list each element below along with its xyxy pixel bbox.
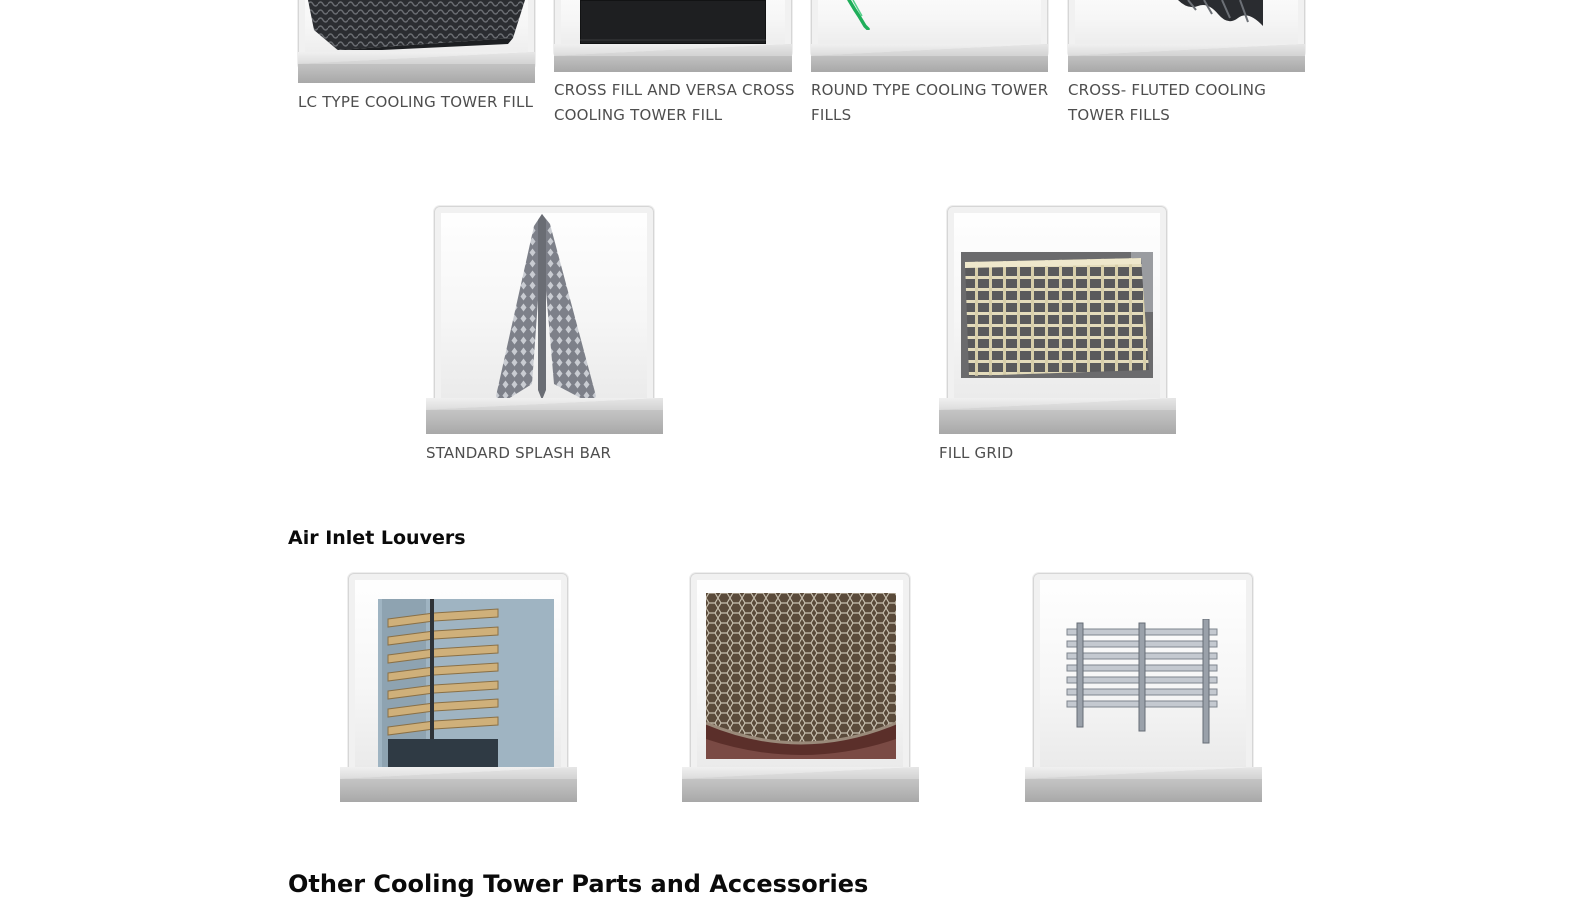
product-pedestal <box>682 767 919 802</box>
product-caption: CROSS FILL AND VERSA CROSS COOLING TOWER… <box>554 81 795 124</box>
fill-grid-image <box>961 252 1153 378</box>
product-pedestal <box>554 44 792 72</box>
product-card-fill-grid[interactable]: FILL GRID <box>939 206 1176 468</box>
splash-bar-image <box>496 214 597 407</box>
accessories-heading: Other Cooling Tower Parts and Accessorie… <box>288 870 869 898</box>
product-caption: STANDARD SPLASH BAR <box>426 444 612 462</box>
round-fill-image <box>847 0 870 30</box>
product-card-louver-1[interactable] <box>340 573 577 803</box>
product-gallery-page: LC TYPE COOLING TOWER FILL CROSS FILL AN… <box>0 0 1573 916</box>
product-caption: LC TYPE COOLING TOWER FILL <box>298 93 534 111</box>
product-pedestal <box>1068 44 1305 72</box>
lc-fill-image <box>308 0 525 50</box>
grey-louver-image <box>1066 619 1218 744</box>
product-caption: CROSS- FLUTED COOLING TOWER FILLS <box>1068 81 1267 124</box>
product-caption: ROUND TYPE COOLING TOWER FILLS <box>811 81 1049 124</box>
product-caption: FILL GRID <box>939 444 1014 462</box>
product-card-round-type-fill[interactable]: ROUND TYPE COOLING TOWER FILLS <box>811 0 1048 130</box>
cross-fill-image <box>580 0 766 44</box>
product-card-standard-splash-bar[interactable]: STANDARD SPLASH BAR <box>426 206 663 468</box>
product-pedestal <box>340 767 577 802</box>
product-card-cross-fill[interactable]: CROSS FILL AND VERSA CROSS COOLING TOWER… <box>554 0 795 130</box>
cross-fluted-fill-image <box>1178 0 1263 26</box>
product-pedestal <box>1025 767 1262 802</box>
product-card-louver-2[interactable] <box>682 573 919 803</box>
air-inlet-louvers-heading: Air Inlet Louvers <box>288 527 466 549</box>
yellow-louver-image <box>378 599 554 769</box>
product-card-louver-3[interactable] <box>1025 573 1262 803</box>
product-card-lc-type-fill[interactable]: LC TYPE COOLING TOWER FILL <box>298 0 535 120</box>
mesh-louver-image <box>706 593 896 759</box>
product-pedestal <box>426 398 663 434</box>
product-pedestal <box>811 44 1048 72</box>
product-card-cross-fluted-fill[interactable]: CROSS- FLUTED COOLING TOWER FILLS <box>1068 0 1305 130</box>
product-pedestal <box>298 52 535 83</box>
product-pedestal <box>939 398 1176 434</box>
